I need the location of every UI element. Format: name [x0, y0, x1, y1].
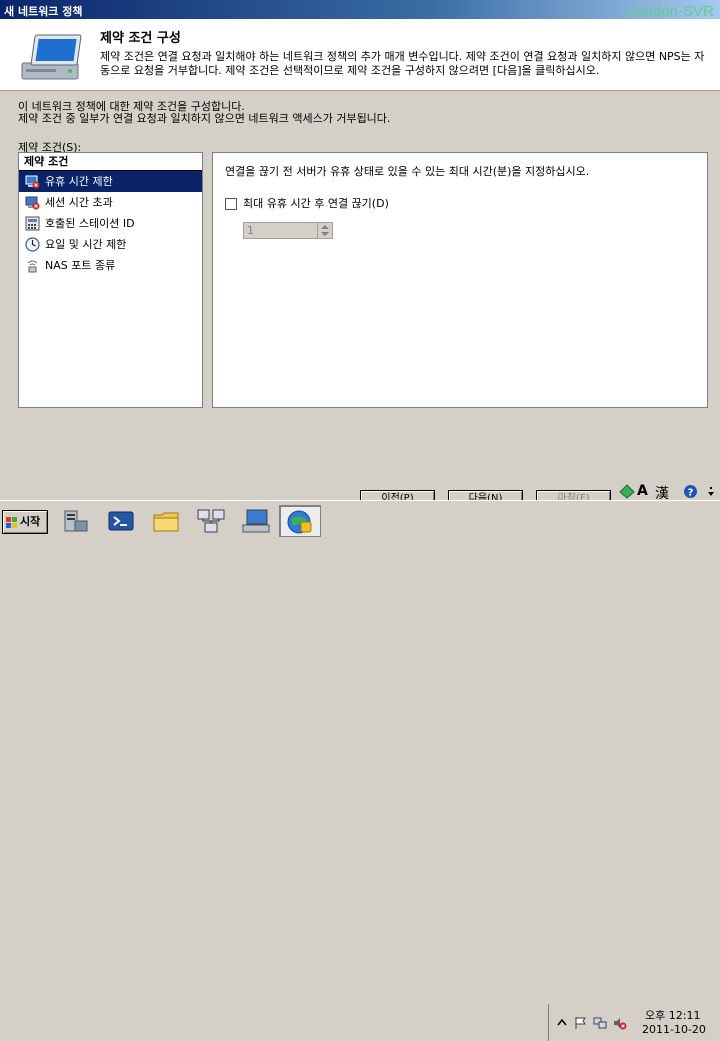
intro-text: 이 네트워크 정책에 대한 제약 조건을 구성합니다. 제약 조건 중 일부가 … [18, 101, 708, 125]
checkbox-box[interactable] [225, 198, 237, 210]
system-tray: 오후 12:11 2011-10-20 [548, 1004, 720, 1041]
finish-button[interactable]: 마침(F) [536, 490, 611, 500]
constraint-item-nas-port-type[interactable]: NAS 포트 종류 [19, 255, 202, 276]
taskbar: 시작 오후 12:11 2011-10-20 [0, 500, 720, 1041]
network-icon [197, 509, 225, 533]
constraint-item-day-time[interactable]: 요일 및 시간 제한 [19, 234, 202, 255]
nas-port-icon [27, 260, 38, 273]
constraint-item-idle-timeout[interactable]: 유휴 시간 제한 [19, 171, 202, 192]
intro-line-2: 제약 조건 중 일부가 연결 요청과 일치하지 않으면 네트워크 액세스가 거부… [18, 112, 391, 125]
language-bar[interactable]: A 漢 ? [615, 483, 720, 502]
input-mode-indicator[interactable]: A [637, 483, 648, 499]
powershell-icon [108, 511, 134, 531]
taskbar-nps[interactable] [279, 505, 321, 537]
wizard-header: 제약 조건 구성 제약 조건은 연결 요청과 일치해야 하는 네트워크 정책의 … [0, 19, 720, 91]
window-titlebar[interactable]: 새 네트워크 정책 London-SVR [0, 0, 720, 20]
volume-muted-icon[interactable] [613, 1016, 627, 1030]
windows-flag-icon [6, 517, 17, 528]
clock-icon [25, 237, 40, 252]
action-center-flag-icon[interactable] [573, 1016, 587, 1030]
page-description: 제약 조건은 연결 요청과 일치해야 하는 네트워크 정책의 추가 매개 변수입… [100, 50, 705, 77]
network-status-icon[interactable] [593, 1016, 607, 1030]
clock-date[interactable]: 2011-10-20 [642, 1023, 706, 1036]
start-label: 시작 [20, 515, 41, 528]
taskbar-server-manager[interactable] [56, 505, 98, 537]
previous-button[interactable]: 이전(P) [360, 490, 435, 500]
computer-policy-icon [21, 34, 82, 80]
stepper-up-icon[interactable] [321, 225, 329, 229]
server-manager-icon [64, 510, 88, 532]
constraint-item-called-station-id[interactable]: 호출된 스테이션 ID [19, 213, 202, 234]
computer-management-icon [242, 509, 270, 533]
stepper-buttons[interactable] [317, 223, 332, 238]
nps-icon [287, 510, 312, 534]
idle-timeout-icon [25, 175, 40, 189]
constraint-item-label: 유휴 시간 제한 [45, 175, 113, 188]
constraints-list[interactable]: 제약 조건 유휴 시간 제한 세션 시간 초과 호출된 스테이션 ID 요일 및… [18, 152, 203, 408]
checkbox-label: 최대 유휴 시간 후 연결 끊기(D) [243, 197, 389, 210]
clock-time[interactable]: 오후 12:11 [645, 1007, 700, 1023]
ime-icon[interactable] [619, 484, 635, 499]
window-title: 새 네트워크 정책 [4, 5, 83, 18]
taskbar-network[interactable] [191, 505, 233, 537]
constraint-detail-panel: 연결을 끊기 전 서버가 유휴 상태로 있을 수 있는 최대 시간(분)을 지정… [212, 152, 708, 408]
page-title: 제약 조건 구성 [100, 31, 181, 46]
server-watermark: London-SVR [628, 3, 714, 20]
next-button[interactable]: 다음(N) [448, 490, 523, 500]
explorer-icon [153, 512, 179, 532]
stepper-down-icon[interactable] [321, 232, 329, 236]
language-bar-options-icon[interactable] [707, 486, 715, 498]
svg-text:?: ? [688, 488, 694, 499]
taskbar-powershell[interactable] [101, 505, 143, 537]
show-hidden-icons-icon[interactable] [555, 1016, 569, 1030]
constraints-list-header: 제약 조건 [19, 153, 202, 171]
detail-description: 연결을 끊기 전 서버가 유휴 상태로 있을 수 있는 최대 시간(분)을 지정… [225, 165, 590, 178]
constraint-item-label: 세션 시간 초과 [45, 196, 113, 209]
constraint-item-label: NAS 포트 종류 [45, 259, 116, 272]
help-icon[interactable]: ? [683, 484, 698, 499]
disconnect-after-idle-checkbox[interactable]: 최대 유휴 시간 후 연결 끊기(D) [225, 195, 389, 211]
session-timeout-icon [25, 196, 40, 210]
start-button[interactable]: 시작 [2, 510, 48, 534]
station-id-icon [25, 216, 40, 231]
constraint-item-label: 호출된 스테이션 ID [45, 217, 135, 230]
constraint-item-session-timeout[interactable]: 세션 시간 초과 [19, 192, 202, 213]
constraint-item-label: 요일 및 시간 제한 [45, 238, 127, 251]
taskbar-computer-management[interactable] [236, 505, 278, 537]
wizard-button-row: 이전(P) 다음(N) 마침(F) [360, 490, 620, 500]
idle-minutes-stepper[interactable]: 1 [243, 222, 333, 239]
idle-minutes-value: 1 [247, 224, 254, 237]
taskbar-explorer[interactable] [146, 505, 188, 537]
